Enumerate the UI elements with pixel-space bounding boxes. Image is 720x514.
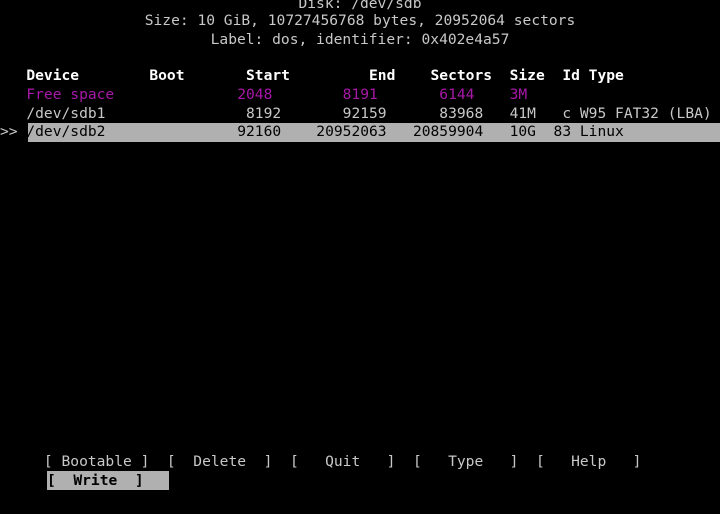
table-row-free-space[interactable]: Free space 2048 8191 6144 3M — [0, 86, 720, 105]
cfdisk-terminal-screen: Disk: /dev/sdb Size: 10 GiB, 10727456768… — [0, 0, 720, 514]
disk-size-line: Size: 10 GiB, 10727456768 bytes, 2095206… — [144, 12, 576, 29]
menu-bar-primary[interactable]: [ Bootable ] [ Delete ] [ Quit ] [ Type … — [0, 453, 720, 472]
row-selection-marker-icon: >> — [0, 123, 18, 140]
table-row-sdb1[interactable]: /dev/sdb1 8192 92159 83968 41M c W95 FAT… — [0, 105, 720, 124]
partition-table-header: Device Boot Start End Sectors Size Id Ty… — [0, 67, 624, 84]
table-row-sdb2[interactable]: /dev/sdb2 92160 20952063 20859904 10G 83… — [0, 123, 720, 142]
write-button[interactable]: [ Write ] — [47, 472, 144, 491]
disk-label-line: Label: dos, identifier: 0x402e4a57 — [210, 31, 510, 48]
